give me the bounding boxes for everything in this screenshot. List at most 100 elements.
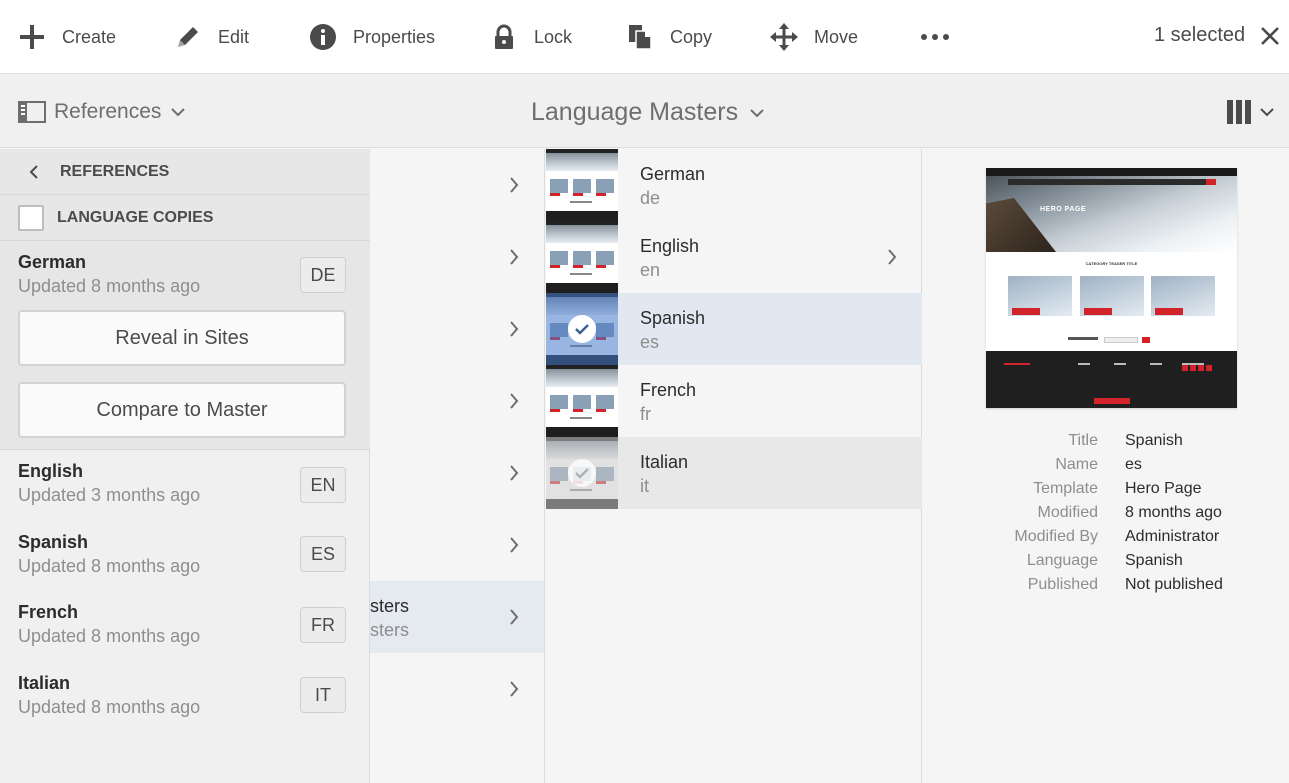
copy-name: French xyxy=(18,602,79,622)
edit-button[interactable]: Edit xyxy=(174,0,249,74)
move-button[interactable]: Move xyxy=(770,0,858,74)
column-item[interactable] xyxy=(370,221,544,293)
chevron-down-icon xyxy=(1260,108,1274,117)
language-copy-expanded[interactable]: German Updated 8 months ago DE Reveal in… xyxy=(0,241,370,450)
column-item[interactable] xyxy=(370,293,544,365)
column-item[interactable] xyxy=(370,509,544,581)
page-thumbnail xyxy=(546,365,618,437)
copy-icon xyxy=(629,25,652,50)
lock-button[interactable]: Lock xyxy=(490,0,572,74)
property-row: Name es xyxy=(923,456,1289,480)
preview-hero-text: HERO PAGE xyxy=(1040,206,1086,213)
close-icon[interactable] xyxy=(1258,24,1282,48)
compare-to-master-button[interactable]: Compare to Master xyxy=(18,382,346,438)
column-item[interactable] xyxy=(370,365,544,437)
language-title: French xyxy=(640,380,697,400)
property-row: Modified 8 months ago xyxy=(923,504,1289,528)
references-rail: REFERENCES LANGUAGE COPIES German Update… xyxy=(0,149,370,783)
rail-toggle-label: References xyxy=(54,100,162,123)
page-thumbnail xyxy=(546,293,618,365)
checkmark-icon[interactable] xyxy=(568,315,596,343)
language-copies-checkbox[interactable] xyxy=(18,204,44,231)
language-copy-item[interactable]: English Updated 3 months ago EN xyxy=(0,450,370,520)
reveal-in-sites-button[interactable]: Reveal in Sites xyxy=(18,310,346,366)
property-row: Language Spanish xyxy=(923,552,1289,576)
selection-count: 1 selected xyxy=(1154,24,1246,46)
info-icon xyxy=(310,24,336,50)
property-value: Not published xyxy=(1125,576,1223,593)
property-value: es xyxy=(1125,456,1142,473)
language-title: Italian xyxy=(640,452,689,472)
property-row: Template Hero Page xyxy=(923,480,1289,504)
rail-toggle-button[interactable]: References xyxy=(18,99,186,125)
copy-name: German xyxy=(18,252,87,272)
language-copy-item[interactable]: Italian Updated 8 months ago IT xyxy=(0,662,370,732)
column-item[interactable] xyxy=(370,437,544,509)
property-label: Published xyxy=(1027,576,1098,593)
language-code-badge: DE xyxy=(300,257,346,293)
lock-icon xyxy=(495,24,513,49)
property-row: Modified By Administrator xyxy=(923,528,1289,552)
chevron-right-icon xyxy=(510,681,519,697)
properties-button[interactable]: Properties xyxy=(309,0,435,74)
edit-label: Edit xyxy=(218,26,250,47)
column-item-title: sters xyxy=(370,596,410,616)
language-row-french[interactable]: French fr xyxy=(546,365,922,437)
language-row-english[interactable]: English en xyxy=(546,221,922,293)
page-thumbnail xyxy=(546,221,618,293)
property-row: Title Spanish xyxy=(923,432,1289,456)
property-label: Template xyxy=(1033,480,1098,497)
language-code-badge: ES xyxy=(300,536,346,572)
column-item-active[interactable]: sters sters xyxy=(370,581,544,653)
plus-icon xyxy=(20,25,44,49)
column-item[interactable] xyxy=(370,653,544,725)
page-title[interactable]: Language Masters xyxy=(531,98,764,127)
language-copy-item[interactable]: French Updated 8 months ago FR xyxy=(0,591,370,661)
move-label: Move xyxy=(814,26,859,47)
pencil-icon xyxy=(178,27,198,47)
column-view-parent: sters sters xyxy=(370,149,545,783)
copy-name: English xyxy=(18,461,84,481)
references-back-label: REFERENCES xyxy=(60,162,170,180)
page-preview-image: HERO PAGE CATEGORY TEASER TITLE xyxy=(986,168,1237,408)
copy-button[interactable]: Copy xyxy=(626,0,712,74)
language-row-italian[interactable]: Italian it xyxy=(546,437,922,509)
language-code: de xyxy=(640,188,661,208)
column-view-icon xyxy=(1227,100,1251,124)
copy-updated: Updated 8 months ago xyxy=(18,556,201,576)
language-code-badge: EN xyxy=(300,467,346,503)
language-code-badge: FR xyxy=(300,607,346,643)
language-title: Spanish xyxy=(640,308,706,328)
property-value: Administrator xyxy=(1125,528,1220,545)
property-label: Modified By xyxy=(1014,528,1098,545)
ellipsis-icon xyxy=(921,34,927,40)
language-title: German xyxy=(640,164,706,184)
more-actions-button[interactable] xyxy=(918,24,952,50)
language-row-german[interactable]: German de xyxy=(546,149,922,221)
page-title-text: Language Masters xyxy=(531,98,739,126)
create-label: Create xyxy=(62,26,117,47)
copy-updated: Updated 8 months ago xyxy=(18,626,201,646)
checkmark-icon[interactable] xyxy=(568,459,596,487)
chevron-down-icon xyxy=(171,108,186,117)
language-copy-item[interactable]: Spanish Updated 8 months ago ES xyxy=(0,521,370,591)
language-copies-header: LANGUAGE COPIES xyxy=(0,195,370,241)
property-value: Hero Page xyxy=(1125,480,1202,497)
view-switcher[interactable] xyxy=(1226,99,1274,125)
chevron-right-icon xyxy=(888,249,897,265)
chevron-right-icon xyxy=(510,321,519,337)
column-view-languages: German de English en Spanish es French f… xyxy=(546,149,922,783)
language-code: es xyxy=(640,332,660,352)
chevron-left-icon xyxy=(29,164,38,179)
references-back-button[interactable]: REFERENCES xyxy=(0,149,370,195)
lock-label: Lock xyxy=(534,26,573,47)
property-label: Modified xyxy=(1037,504,1098,521)
chevron-down-icon xyxy=(750,108,764,117)
ellipsis-dot xyxy=(943,34,949,40)
language-row-spanish[interactable]: Spanish es xyxy=(546,293,922,365)
property-value: Spanish xyxy=(1125,432,1183,449)
column-item[interactable] xyxy=(370,149,544,221)
property-row: Published Not published xyxy=(923,576,1289,600)
create-button[interactable]: Create xyxy=(18,0,116,74)
move-icon xyxy=(770,23,798,51)
